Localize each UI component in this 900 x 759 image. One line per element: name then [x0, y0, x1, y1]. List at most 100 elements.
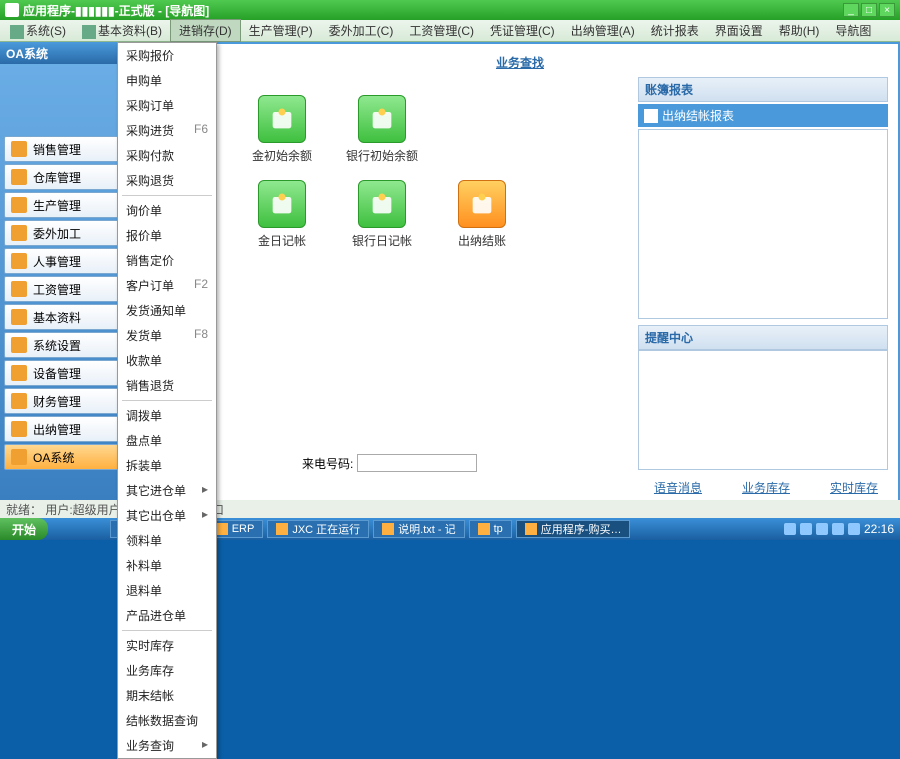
- dropdown-item[interactable]: 采购进货F6: [118, 118, 216, 143]
- dropdown-item[interactable]: 调拨单: [118, 403, 216, 428]
- report-panel-body: [638, 129, 888, 319]
- start-button[interactable]: 开始: [0, 518, 48, 540]
- dropdown-item[interactable]: 期末结帐: [118, 683, 216, 708]
- dropdown-item[interactable]: 客户订单F2: [118, 273, 216, 298]
- menu-item[interactable]: 帮助(H): [771, 20, 828, 41]
- sidebar-item-icon: [11, 365, 27, 381]
- cashier-closing-icon: [458, 180, 506, 228]
- dropdown-item[interactable]: 拆装单: [118, 453, 216, 478]
- dropdown-item[interactable]: 盘点单: [118, 428, 216, 453]
- sidebar-item-label: 仓库管理: [33, 169, 81, 186]
- icon-label: 金初始余额: [232, 147, 332, 164]
- sidebar-item-label: 设备管理: [33, 365, 81, 382]
- menu-item[interactable]: 界面设置: [707, 20, 771, 41]
- dropdown-item[interactable]: 采购付款: [118, 143, 216, 168]
- dropdown-item[interactable]: 收款单: [118, 348, 216, 373]
- icon-label: 金日记帐: [232, 232, 332, 249]
- business-search-header[interactable]: 业务查找: [142, 44, 898, 77]
- bank-journal-icon: [358, 180, 406, 228]
- cashier-closing[interactable]: 出纳结账: [432, 180, 532, 249]
- bank-initial-balance-icon: [358, 95, 406, 143]
- bottom-link[interactable]: 语音消息: [654, 479, 702, 496]
- icon-label: 出纳结账: [432, 232, 532, 249]
- dropdown-item[interactable]: 报价单: [118, 223, 216, 248]
- dropdown-item[interactable]: 退料单: [118, 578, 216, 603]
- tray-icon[interactable]: [832, 523, 844, 535]
- dropdown-item[interactable]: 申购单: [118, 68, 216, 93]
- sidebar-title: OA系统: [6, 45, 48, 62]
- sidebar-item-icon: [11, 197, 27, 213]
- close-button[interactable]: ×: [879, 3, 895, 17]
- dropdown-item[interactable]: 补料单: [118, 553, 216, 578]
- cash-journal-icon: [258, 180, 306, 228]
- taskbar-item[interactable]: tp: [469, 520, 512, 538]
- cash-journal[interactable]: 金日记帐: [232, 180, 332, 249]
- tray-icon[interactable]: [848, 523, 860, 535]
- dropdown-item[interactable]: 业务查询▸: [118, 733, 216, 758]
- report-panel-title: 账簿报表: [638, 77, 888, 102]
- dropdown-item[interactable]: 产品进仓单: [118, 603, 216, 628]
- caller-id-row: 来电号码:: [302, 452, 888, 474]
- bank-initial-balance[interactable]: 银行初始余额: [332, 95, 432, 164]
- tray-clock: 22:16: [864, 522, 894, 536]
- sidebar-item-icon: [11, 449, 27, 465]
- cashier-closing-report-item[interactable]: 出纳结帐报表: [638, 104, 888, 127]
- sidebar-item-label: 工资管理: [33, 281, 81, 298]
- dropdown-item[interactable]: 业务库存: [118, 658, 216, 683]
- menu-item[interactable]: 出纳管理(A): [563, 20, 643, 41]
- menu-item[interactable]: 凭证管理(C): [482, 20, 563, 41]
- dropdown-item[interactable]: 发货单F8: [118, 323, 216, 348]
- dropdown-item[interactable]: 采购退货: [118, 168, 216, 193]
- minimize-button[interactable]: _: [843, 3, 859, 17]
- sidebar-item-label: 出纳管理: [33, 421, 81, 438]
- sidebar-item-icon: [11, 309, 27, 325]
- sidebar-item-icon: [11, 141, 27, 157]
- dropdown-item[interactable]: 实时库存: [118, 633, 216, 658]
- maximize-button[interactable]: □: [861, 3, 877, 17]
- dropdown-item[interactable]: 询价单: [118, 198, 216, 223]
- bottom-link[interactable]: 实时库存: [830, 479, 878, 496]
- menu-item[interactable]: 统计报表: [643, 20, 707, 41]
- menubar: 系统(S)基本资料(B)进销存(D)生产管理(P)委外加工(C)工资管理(C)凭…: [0, 20, 900, 42]
- sidebar-item-icon: [11, 281, 27, 297]
- tray-icon[interactable]: [784, 523, 796, 535]
- sidebar-item-label: 人事管理: [33, 253, 81, 270]
- dropdown-item[interactable]: 采购报价: [118, 43, 216, 68]
- dropdown-item[interactable]: 发货通知单: [118, 298, 216, 323]
- sidebar-item-label: 财务管理: [33, 393, 81, 410]
- dropdown-item[interactable]: 销售定价: [118, 248, 216, 273]
- menu-item[interactable]: 系统(S): [2, 20, 74, 41]
- menu-item[interactable]: 生产管理(P): [241, 20, 321, 41]
- dropdown-item[interactable]: 领料单: [118, 528, 216, 553]
- cash-initial-balance[interactable]: 金初始余额: [232, 95, 332, 164]
- menu-item[interactable]: 工资管理(C): [401, 20, 482, 41]
- right-panels: 账簿报表 出纳结帐报表 提醒中心: [638, 77, 888, 476]
- dropdown-item[interactable]: 其它出仓单▸: [118, 503, 216, 528]
- menu-item[interactable]: 导航图: [827, 20, 879, 41]
- bottom-links: 语音消息 业务库存 实时库存: [654, 479, 878, 496]
- dropdown-item[interactable]: 采购订单: [118, 93, 216, 118]
- menu-item[interactable]: 基本资料(B): [74, 20, 170, 41]
- cash-initial-balance-icon: [258, 95, 306, 143]
- tray-icon[interactable]: [816, 523, 828, 535]
- sidebar-item-label: 生产管理: [33, 197, 81, 214]
- main-area: 业务查找 金初始余额银行初始余额 金日记帐银行日记帐出纳结账 账簿报表 出纳结帐…: [140, 42, 900, 502]
- tray-icon[interactable]: [800, 523, 812, 535]
- taskbar-item[interactable]: 说明.txt - 记: [373, 520, 464, 538]
- sidebar-item-label: OA系统: [33, 449, 74, 466]
- dropdown-item[interactable]: 其它进仓单▸: [118, 478, 216, 503]
- sidebar-item-icon: [11, 337, 27, 353]
- caller-id-input[interactable]: [357, 454, 477, 472]
- taskbar-item[interactable]: 应用程序-购买…: [516, 520, 631, 538]
- bank-journal[interactable]: 银行日记帐: [332, 180, 432, 249]
- bottom-link[interactable]: 业务库存: [742, 479, 790, 496]
- sidebar-item-label: 系统设置: [33, 337, 81, 354]
- dropdown-item[interactable]: 销售退货: [118, 373, 216, 398]
- menu-item[interactable]: 委外加工(C): [321, 20, 402, 41]
- report-icon: [644, 109, 658, 123]
- menu-item[interactable]: 进销存(D): [170, 19, 241, 42]
- dropdown-item[interactable]: 结帐数据查询: [118, 708, 216, 733]
- taskbar-item[interactable]: JXC 正在运行: [267, 520, 369, 538]
- system-tray: 22:16: [778, 522, 900, 536]
- sidebar-item-icon: [11, 393, 27, 409]
